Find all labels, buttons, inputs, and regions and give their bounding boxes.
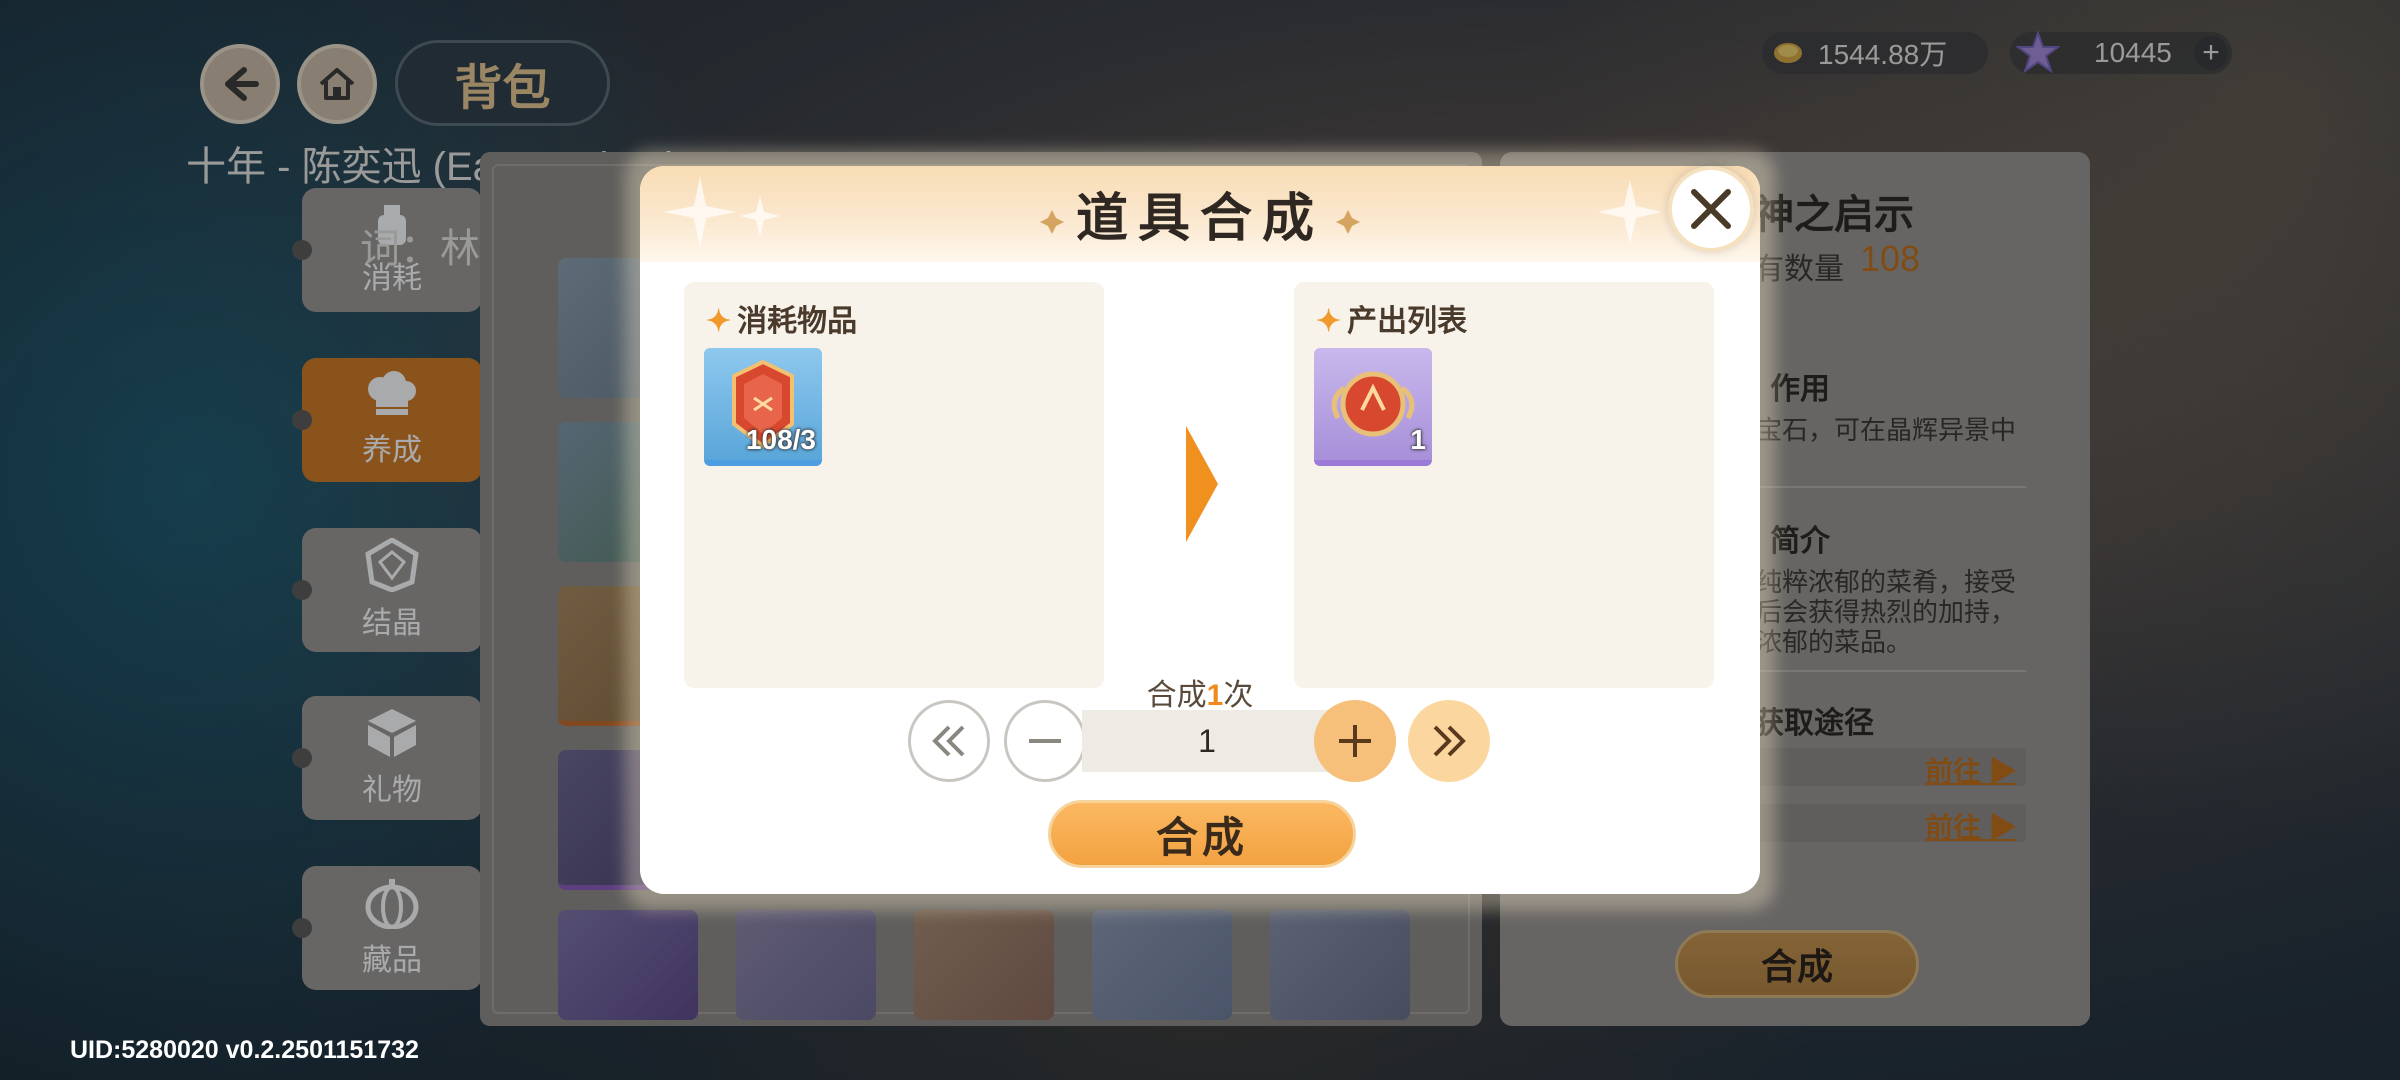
consume-box: ✦ 消耗物品 108/3 — [684, 282, 1104, 688]
times-number: 1 — [1206, 679, 1224, 712]
synthesis-dialog: 道具合成 ✦ 消耗物品 108/3 ✦ 产出列表 1 合成1次 1 合成 — [640, 166, 1760, 894]
synth-times-label: 合成1次 — [640, 670, 1760, 714]
star-icon: ✦ — [1316, 305, 1342, 338]
dialog-title: 道具合成 — [1075, 191, 1324, 248]
output-item[interactable]: 1 — [1314, 348, 1432, 466]
close-icon — [1691, 189, 1731, 229]
arrow-right-icon — [1186, 426, 1218, 542]
decrease-quantity-button[interactable] — [1004, 700, 1086, 782]
output-box: ✦ 产出列表 1 — [1294, 282, 1714, 688]
times-suffix: 次 — [1223, 679, 1254, 712]
max-quantity-button[interactable] — [1408, 700, 1490, 782]
double-chevron-left-icon — [932, 725, 965, 757]
minus-icon — [1029, 739, 1061, 743]
increase-quantity-button[interactable] — [1314, 700, 1396, 782]
synthesize-button[interactable]: 合成 — [1048, 800, 1356, 868]
plus-icon — [1339, 725, 1371, 757]
consume-item[interactable]: 108/3 — [704, 348, 822, 466]
close-button[interactable] — [1668, 166, 1754, 252]
consume-count: 108/3 — [745, 424, 816, 455]
times-prefix: 合成 — [1146, 679, 1207, 712]
consume-label: 消耗物品 — [737, 305, 858, 338]
output-label: 产出列表 — [1347, 305, 1468, 338]
star-icon: ✦ — [706, 305, 732, 338]
uid-version-label: UID:5280020 v0.2.2501151732 — [70, 1036, 419, 1064]
min-quantity-button[interactable] — [908, 700, 990, 782]
quantity-field[interactable]: 1 — [1082, 710, 1332, 772]
dialog-header: 道具合成 — [640, 166, 1760, 262]
output-count: 1 — [1410, 424, 1426, 455]
double-chevron-right-icon — [1433, 725, 1466, 757]
